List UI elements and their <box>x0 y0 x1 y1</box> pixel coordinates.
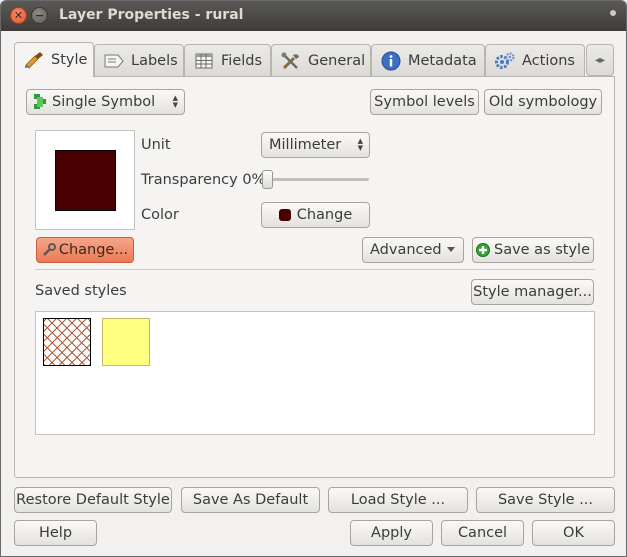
save-as-style-button[interactable]: Save as style <box>472 237 594 263</box>
save-as-default-label: Save As Default <box>192 492 309 508</box>
tab-style[interactable]: Style <box>14 42 94 77</box>
tab-general[interactable]: General <box>271 44 371 76</box>
load-style-button[interactable]: Load Style ... <box>328 487 468 513</box>
old-symbology-button[interactable]: Old symbology <box>484 89 602 115</box>
transparency-label: Transparency 0% <box>141 172 266 188</box>
unit-select-value: Millimeter <box>269 137 342 153</box>
spin-arrows-icon: ▲ ▼ <box>357 137 363 152</box>
color-label: Color <box>141 207 179 223</box>
save-as-style-label: Save as style <box>493 242 591 258</box>
color-change-button[interactable]: Change <box>261 202 370 228</box>
minimize-window-button[interactable]: − <box>31 7 48 24</box>
advanced-menu-button[interactable]: Advanced <box>362 237 464 263</box>
style-manager-label: Style manager... <box>473 284 592 300</box>
label-icon <box>103 51 125 71</box>
table-icon <box>193 51 215 71</box>
ok-button[interactable]: OK <box>532 520 615 546</box>
tab-strip: Style Labels Fields General Metadata Act… <box>14 42 614 77</box>
tab-labels[interactable]: Labels <box>94 44 184 76</box>
renderer-select[interactable]: Single Symbol ▲ ▼ <box>26 89 185 115</box>
tab-metadata-label: Metadata <box>408 52 477 69</box>
change-symbol-label: Change... <box>58 242 129 258</box>
layer-properties-dialog: ✕ − Layer Properties - rural Style Label… <box>0 0 627 557</box>
gears-icon <box>494 51 516 71</box>
brush-icon <box>23 50 45 70</box>
info-icon <box>380 51 402 71</box>
tab-metadata[interactable]: Metadata <box>371 44 485 76</box>
renderer-select-value: Single Symbol <box>52 94 156 110</box>
add-icon <box>475 243 490 257</box>
dropdown-arrow-icon <box>447 247 455 252</box>
tab-scroll-icon: ◂▸ <box>594 54 606 66</box>
color-swatch-icon <box>278 209 291 221</box>
close-icon: ✕ <box>13 9 24 22</box>
apply-button[interactable]: Apply <box>350 520 433 546</box>
wrench-icon <box>42 243 56 257</box>
symbol-preview-swatch <box>55 150 116 211</box>
style-panel: Single Symbol ▲ ▼ Symbol levels Old symbo… <box>14 76 615 478</box>
style-manager-button[interactable]: Style manager... <box>471 279 594 305</box>
saved-style-yellow[interactable] <box>102 318 150 366</box>
cancel-label: Cancel <box>457 525 508 541</box>
tab-actions[interactable]: Actions <box>485 44 585 76</box>
symbol-levels-label: Symbol levels <box>374 94 475 110</box>
color-change-label: Change <box>296 207 353 223</box>
restore-default-label: Restore Default Style <box>16 492 170 508</box>
saved-styles-list[interactable] <box>35 311 595 435</box>
tab-labels-label: Labels <box>131 52 178 69</box>
symbol-levels-button[interactable]: Symbol levels <box>370 89 479 115</box>
tab-actions-label: Actions <box>522 52 575 69</box>
save-style-button[interactable]: Save Style ... <box>476 487 615 513</box>
transparency-slider-track[interactable] <box>269 178 369 181</box>
saved-styles-label: Saved styles <box>35 283 127 299</box>
window-menu-icon[interactable] <box>610 10 616 16</box>
tab-style-label: Style <box>51 52 88 68</box>
restore-default-style-button[interactable]: Restore Default Style <box>14 487 172 513</box>
section-divider <box>35 269 595 270</box>
cancel-button[interactable]: Cancel <box>441 520 524 546</box>
title-bar: ✕ − Layer Properties - rural <box>1 1 626 31</box>
save-as-default-button[interactable]: Save As Default <box>181 487 320 513</box>
old-symbology-label: Old symbology <box>488 94 598 110</box>
close-window-button[interactable]: ✕ <box>10 7 27 24</box>
help-button[interactable]: Help <box>14 520 97 546</box>
change-symbol-button[interactable]: Change... <box>36 237 134 263</box>
transparency-slider-handle[interactable] <box>262 170 273 189</box>
advanced-label: Advanced <box>370 242 442 258</box>
symbol-preview <box>35 130 135 230</box>
unit-label: Unit <box>141 137 171 153</box>
tab-fields[interactable]: Fields <box>184 44 271 76</box>
window-title: Layer Properties - rural <box>59 7 244 23</box>
unit-select[interactable]: Millimeter ▲ ▼ <box>261 132 370 158</box>
help-label: Help <box>38 525 73 541</box>
apply-label: Apply <box>371 525 412 541</box>
tab-fields-label: Fields <box>221 52 263 69</box>
save-style-label: Save Style ... <box>497 492 594 508</box>
single-symbol-icon <box>34 94 46 110</box>
tab-general-label: General <box>308 52 366 69</box>
minimize-icon: − <box>34 9 45 22</box>
saved-style-hatch[interactable] <box>43 318 91 366</box>
spin-arrows-icon: ▲ ▼ <box>172 94 178 109</box>
load-style-label: Load Style ... <box>350 492 446 508</box>
ok-label: OK <box>563 525 584 541</box>
tools-icon <box>280 51 302 71</box>
tab-scroll-arrows[interactable]: ◂▸ <box>586 44 614 76</box>
